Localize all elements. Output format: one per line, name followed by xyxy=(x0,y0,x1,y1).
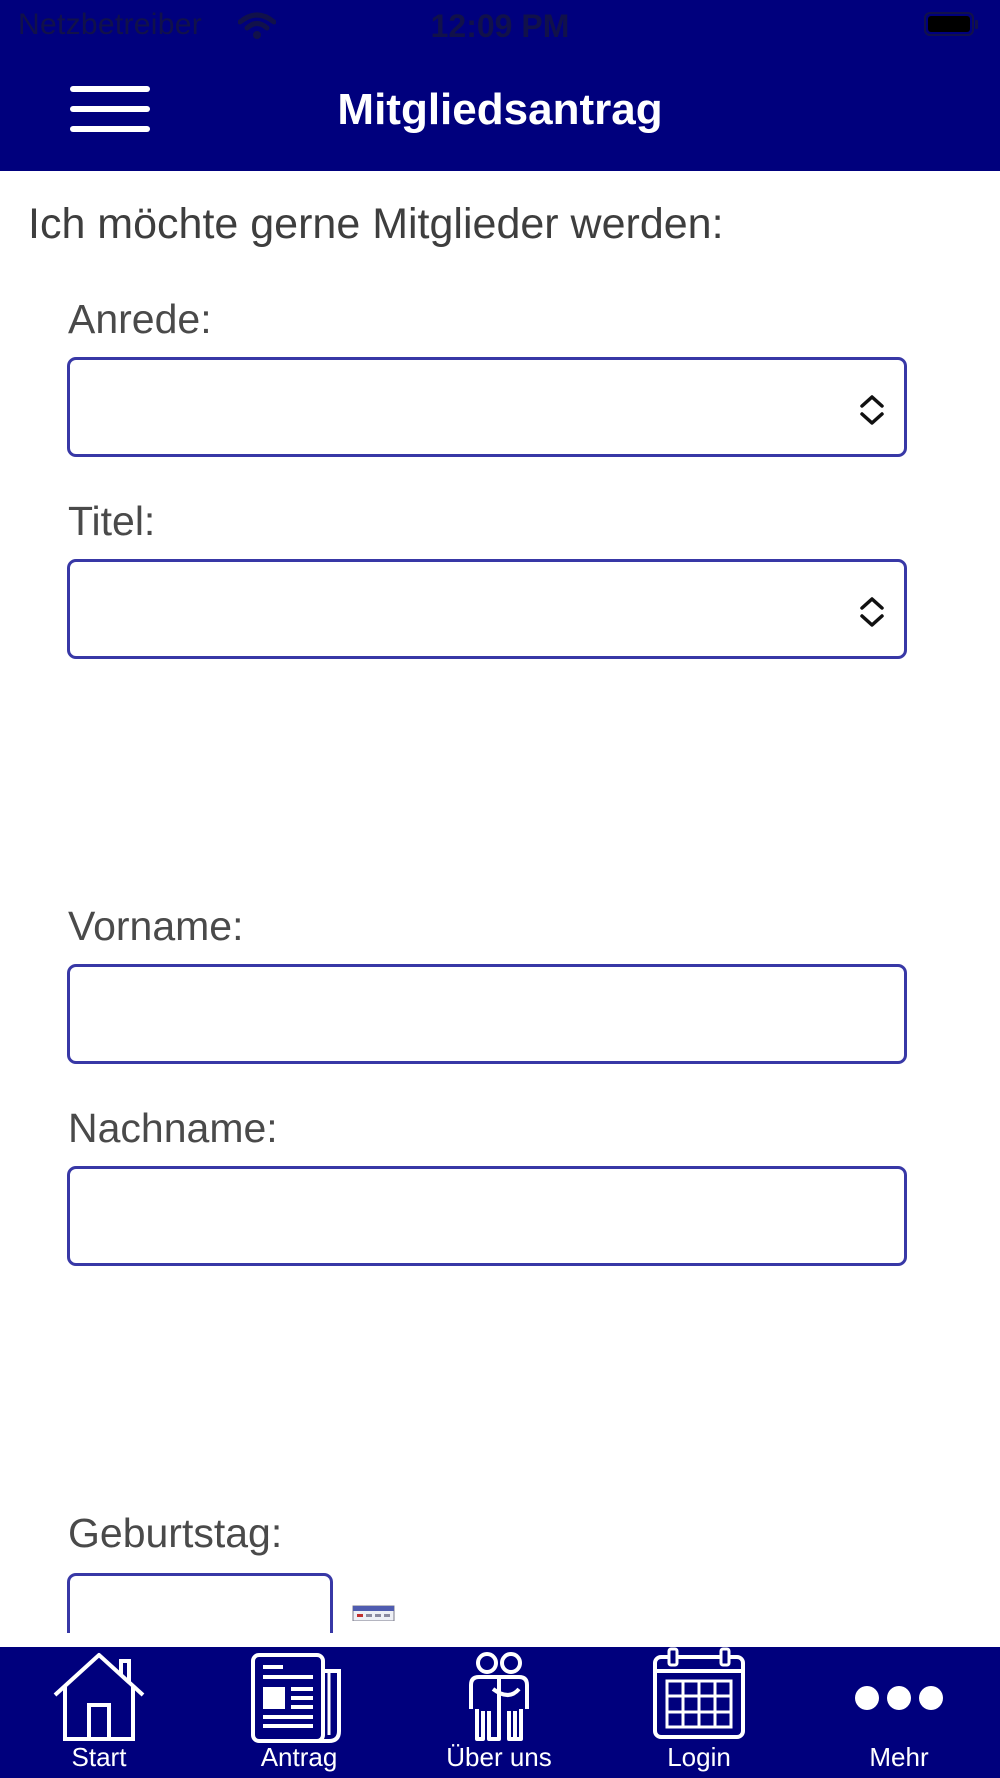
anrede-label: Anrede: xyxy=(68,296,212,342)
tab-label: Mehr xyxy=(869,1742,929,1772)
tab-mehr[interactable]: Mehr xyxy=(809,1647,989,1778)
titel-select[interactable] xyxy=(67,559,907,659)
tab-label: Antrag xyxy=(260,1742,338,1772)
battery-icon xyxy=(924,12,978,36)
calendar-icon xyxy=(653,1647,745,1739)
tab-login[interactable]: Login xyxy=(609,1647,789,1778)
geburtstag-input[interactable] xyxy=(67,1573,333,1633)
form-intro: Ich möchte gerne Mitglieder werden: xyxy=(28,200,724,248)
bottom-tab-bar: Start Antrag Über uns Login Mehr xyxy=(0,1647,1000,1778)
tab-label: Start xyxy=(71,1742,127,1772)
nachname-input[interactable] xyxy=(67,1166,907,1266)
tab-antrag[interactable]: Antrag xyxy=(209,1647,389,1778)
tab-label: Login xyxy=(667,1742,731,1772)
vorname-input[interactable] xyxy=(67,964,907,1064)
anrede-select[interactable] xyxy=(67,357,907,457)
app-header: Netzbetreiber 12:09 PM Mitgliedsantrag xyxy=(0,0,1000,171)
geburtstag-label: Geburtstag: xyxy=(68,1510,283,1556)
tab-label: Über uns xyxy=(446,1742,552,1772)
newspaper-icon xyxy=(251,1653,341,1743)
tab-ueber-uns[interactable]: Über uns xyxy=(409,1647,589,1778)
more-dots-icon xyxy=(855,1686,943,1710)
nachname-label: Nachname: xyxy=(68,1105,278,1151)
select-arrows-icon xyxy=(860,597,884,627)
vorname-label: Vorname: xyxy=(68,903,244,949)
people-icon xyxy=(469,1652,529,1741)
house-icon xyxy=(53,1653,145,1741)
page-title: Mitgliedsantrag xyxy=(337,85,663,134)
tab-start[interactable]: Start xyxy=(9,1647,189,1778)
select-arrows-icon xyxy=(860,395,884,425)
status-time: 12:09 PM xyxy=(430,8,570,44)
calendar-picker-icon[interactable] xyxy=(352,1605,395,1621)
titel-label: Titel: xyxy=(68,498,156,544)
